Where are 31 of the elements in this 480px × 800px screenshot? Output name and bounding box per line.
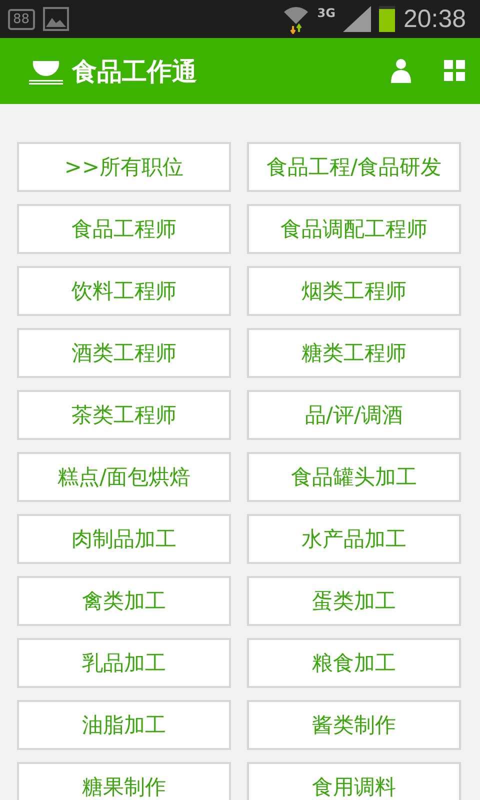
- category-button[interactable]: 油脂加工: [17, 700, 231, 750]
- clock: 20:38: [403, 4, 466, 34]
- category-button[interactable]: 茶类工程师: [17, 390, 231, 440]
- category-button[interactable]: 食用调料: [247, 762, 461, 800]
- category-button[interactable]: 食品工程师: [17, 204, 231, 254]
- category-button[interactable]: >>所有职位: [17, 142, 231, 192]
- category-button[interactable]: 糕点/面包烘焙: [17, 452, 231, 502]
- category-button[interactable]: 糖果制作: [17, 762, 231, 800]
- category-button[interactable]: 蛋类加工: [247, 576, 461, 626]
- category-button[interactable]: 肉制品加工: [17, 514, 231, 564]
- category-button[interactable]: 水产品加工: [247, 514, 461, 564]
- category-button[interactable]: 禽类加工: [17, 576, 231, 626]
- category-button[interactable]: 酱类制作: [247, 700, 461, 750]
- category-button[interactable]: 食品罐头加工: [247, 452, 461, 502]
- network-type: 3G: [317, 6, 336, 20]
- category-button[interactable]: 烟类工程师: [247, 266, 461, 316]
- battery-badge: 88: [8, 8, 35, 30]
- category-button[interactable]: 糖类工程师: [247, 328, 461, 378]
- category-button[interactable]: 食品调配工程师: [247, 204, 461, 254]
- battery-icon: [379, 6, 396, 32]
- user-icon[interactable]: [390, 58, 412, 84]
- category-button[interactable]: 饮料工程师: [17, 266, 231, 316]
- category-button[interactable]: 食品工程/食品研发: [247, 142, 461, 192]
- picture-icon: [42, 7, 69, 31]
- category-button[interactable]: 乳品加工: [17, 638, 231, 688]
- category-button[interactable]: 酒类工程师: [17, 328, 231, 378]
- wifi-icon: [283, 4, 310, 34]
- category-button[interactable]: 品/评/调酒: [247, 390, 461, 440]
- category-button[interactable]: 粮食加工: [247, 638, 461, 688]
- app-title: 食品工作通: [72, 56, 198, 88]
- signal-icon: [343, 6, 372, 32]
